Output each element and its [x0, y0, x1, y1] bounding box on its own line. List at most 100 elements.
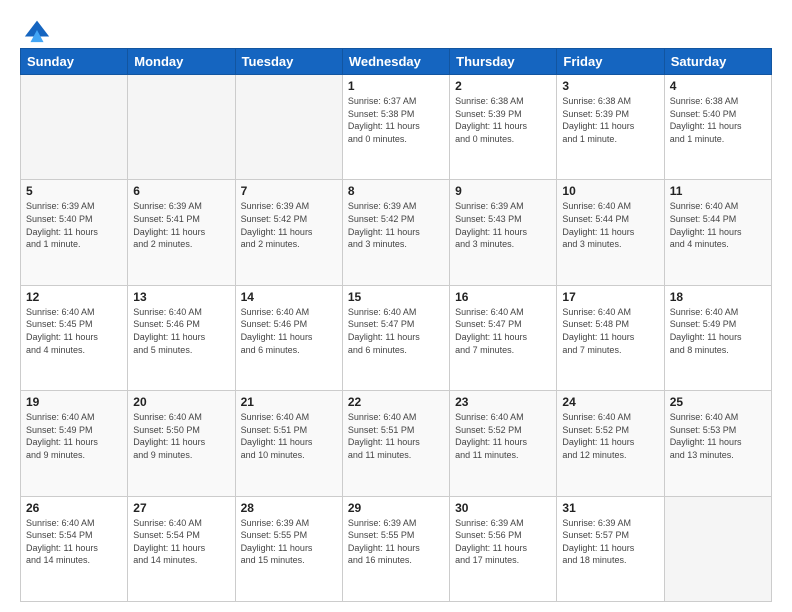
day-info: Sunrise: 6:40 AM Sunset: 5:52 PM Dayligh…: [455, 411, 551, 461]
calendar-week-row: 1 Sunrise: 6:37 AM Sunset: 5:38 PM Daylig…: [21, 75, 772, 180]
table-row: 25 Sunrise: 6:40 AM Sunset: 5:53 PM Dayli…: [664, 391, 771, 496]
day-info: Sunrise: 6:40 AM Sunset: 5:50 PM Dayligh…: [133, 411, 229, 461]
day-info: Sunrise: 6:40 AM Sunset: 5:49 PM Dayligh…: [670, 306, 766, 356]
table-row: 8 Sunrise: 6:39 AM Sunset: 5:42 PM Daylig…: [342, 180, 449, 285]
day-number: 20: [133, 395, 229, 409]
table-row: 28Sunrise: 6:39 AM Sunset: 5:55 PM Dayli…: [235, 496, 342, 601]
day-info: Sunrise: 6:40 AM Sunset: 5:51 PM Dayligh…: [241, 411, 337, 461]
day-info: Sunrise: 6:40 AM Sunset: 5:54 PM Dayligh…: [26, 517, 122, 567]
table-row: 19 Sunrise: 6:40 AM Sunset: 5:49 PM Dayli…: [21, 391, 128, 496]
day-number: 22: [348, 395, 444, 409]
day-number: 28: [241, 501, 337, 515]
day-number: 31: [562, 501, 658, 515]
day-number: 6: [133, 184, 229, 198]
day-info: Sunrise: 6:38 AM Sunset: 5:39 PM Dayligh…: [562, 95, 658, 145]
day-info: Sunrise: 6:37 AM Sunset: 5:38 PM Dayligh…: [348, 95, 444, 145]
day-number: 24: [562, 395, 658, 409]
table-row: 20 Sunrise: 6:40 AM Sunset: 5:50 PM Dayli…: [128, 391, 235, 496]
table-row: 9 Sunrise: 6:39 AM Sunset: 5:43 PM Daylig…: [450, 180, 557, 285]
day-number: 9: [455, 184, 551, 198]
day-number: 16: [455, 290, 551, 304]
table-row: 10Sunrise: 6:40 AM Sunset: 5:44 PM Dayli…: [557, 180, 664, 285]
day-number: 30: [455, 501, 551, 515]
page: Sunday Monday Tuesday Wednesday Thursday…: [0, 0, 792, 612]
table-row: 7 Sunrise: 6:39 AM Sunset: 5:42 PM Daylig…: [235, 180, 342, 285]
day-number: 2: [455, 79, 551, 93]
table-row: 6 Sunrise: 6:39 AM Sunset: 5:41 PM Daylig…: [128, 180, 235, 285]
col-friday: Friday: [557, 49, 664, 75]
day-info: Sunrise: 6:40 AM Sunset: 5:47 PM Dayligh…: [455, 306, 551, 356]
table-row: [664, 496, 771, 601]
day-info: Sunrise: 6:40 AM Sunset: 5:46 PM Dayligh…: [241, 306, 337, 356]
table-row: 31 Sunrise: 6:39 AM Sunset: 5:57 PM Dayli…: [557, 496, 664, 601]
day-info: Sunrise: 6:39 AM Sunset: 5:42 PM Dayligh…: [348, 200, 444, 250]
calendar-week-row: 26 Sunrise: 6:40 AM Sunset: 5:54 PM Dayli…: [21, 496, 772, 601]
day-info: Sunrise: 6:40 AM Sunset: 5:51 PM Dayligh…: [348, 411, 444, 461]
day-number: 25: [670, 395, 766, 409]
table-row: 23 Sunrise: 6:40 AM Sunset: 5:52 PM Dayli…: [450, 391, 557, 496]
day-number: 1: [348, 79, 444, 93]
day-info: Sunrise: 6:40 AM Sunset: 5:46 PM Dayligh…: [133, 306, 229, 356]
table-row: 16 Sunrise: 6:40 AM Sunset: 5:47 PM Dayli…: [450, 285, 557, 390]
col-saturday: Saturday: [664, 49, 771, 75]
header: [20, 16, 772, 40]
calendar-table: Sunday Monday Tuesday Wednesday Thursday…: [20, 48, 772, 602]
day-info: Sunrise: 6:39 AM Sunset: 5:43 PM Dayligh…: [455, 200, 551, 250]
day-info: Sunrise: 6:39 AM Sunset: 5:40 PM Dayligh…: [26, 200, 122, 250]
day-number: 14: [241, 290, 337, 304]
table-row: [235, 75, 342, 180]
logo-icon: [23, 16, 51, 44]
table-row: 2 Sunrise: 6:38 AM Sunset: 5:39 PM Daylig…: [450, 75, 557, 180]
table-row: 29Sunrise: 6:39 AM Sunset: 5:55 PM Dayli…: [342, 496, 449, 601]
day-info: Sunrise: 6:40 AM Sunset: 5:54 PM Dayligh…: [133, 517, 229, 567]
day-number: 23: [455, 395, 551, 409]
day-number: 12: [26, 290, 122, 304]
day-number: 7: [241, 184, 337, 198]
day-info: Sunrise: 6:39 AM Sunset: 5:55 PM Dayligh…: [348, 517, 444, 567]
day-info: Sunrise: 6:40 AM Sunset: 5:45 PM Dayligh…: [26, 306, 122, 356]
day-number: 15: [348, 290, 444, 304]
table-row: 12 Sunrise: 6:40 AM Sunset: 5:45 PM Dayli…: [21, 285, 128, 390]
table-row: [128, 75, 235, 180]
table-row: 30Sunrise: 6:39 AM Sunset: 5:56 PM Dayli…: [450, 496, 557, 601]
calendar-header-row: Sunday Monday Tuesday Wednesday Thursday…: [21, 49, 772, 75]
day-number: 26: [26, 501, 122, 515]
day-info: Sunrise: 6:40 AM Sunset: 5:53 PM Dayligh…: [670, 411, 766, 461]
day-info: Sunrise: 6:40 AM Sunset: 5:47 PM Dayligh…: [348, 306, 444, 356]
table-row: 1 Sunrise: 6:37 AM Sunset: 5:38 PM Daylig…: [342, 75, 449, 180]
day-number: 8: [348, 184, 444, 198]
day-number: 13: [133, 290, 229, 304]
col-wednesday: Wednesday: [342, 49, 449, 75]
table-row: 21 Sunrise: 6:40 AM Sunset: 5:51 PM Dayli…: [235, 391, 342, 496]
day-info: Sunrise: 6:39 AM Sunset: 5:42 PM Dayligh…: [241, 200, 337, 250]
table-row: 26 Sunrise: 6:40 AM Sunset: 5:54 PM Dayli…: [21, 496, 128, 601]
col-thursday: Thursday: [450, 49, 557, 75]
day-info: Sunrise: 6:40 AM Sunset: 5:49 PM Dayligh…: [26, 411, 122, 461]
table-row: 22 Sunrise: 6:40 AM Sunset: 5:51 PM Dayli…: [342, 391, 449, 496]
table-row: 3 Sunrise: 6:38 AM Sunset: 5:39 PM Daylig…: [557, 75, 664, 180]
calendar-week-row: 12 Sunrise: 6:40 AM Sunset: 5:45 PM Dayli…: [21, 285, 772, 390]
day-info: Sunrise: 6:40 AM Sunset: 5:52 PM Dayligh…: [562, 411, 658, 461]
day-number: 18: [670, 290, 766, 304]
day-number: 5: [26, 184, 122, 198]
col-tuesday: Tuesday: [235, 49, 342, 75]
logo: [20, 16, 51, 40]
col-sunday: Sunday: [21, 49, 128, 75]
table-row: 18 Sunrise: 6:40 AM Sunset: 5:49 PM Dayli…: [664, 285, 771, 390]
day-number: 19: [26, 395, 122, 409]
day-info: Sunrise: 6:39 AM Sunset: 5:41 PM Dayligh…: [133, 200, 229, 250]
day-info: Sunrise: 6:38 AM Sunset: 5:39 PM Dayligh…: [455, 95, 551, 145]
col-monday: Monday: [128, 49, 235, 75]
day-info: Sunrise: 6:40 AM Sunset: 5:44 PM Dayligh…: [670, 200, 766, 250]
day-number: 3: [562, 79, 658, 93]
table-row: 17Sunrise: 6:40 AM Sunset: 5:48 PM Dayli…: [557, 285, 664, 390]
day-info: Sunrise: 6:40 AM Sunset: 5:44 PM Dayligh…: [562, 200, 658, 250]
day-number: 4: [670, 79, 766, 93]
day-number: 21: [241, 395, 337, 409]
table-row: 11 Sunrise: 6:40 AM Sunset: 5:44 PM Dayli…: [664, 180, 771, 285]
day-number: 27: [133, 501, 229, 515]
table-row: 14 Sunrise: 6:40 AM Sunset: 5:46 PM Dayli…: [235, 285, 342, 390]
day-info: Sunrise: 6:39 AM Sunset: 5:57 PM Dayligh…: [562, 517, 658, 567]
day-number: 11: [670, 184, 766, 198]
day-number: 17: [562, 290, 658, 304]
